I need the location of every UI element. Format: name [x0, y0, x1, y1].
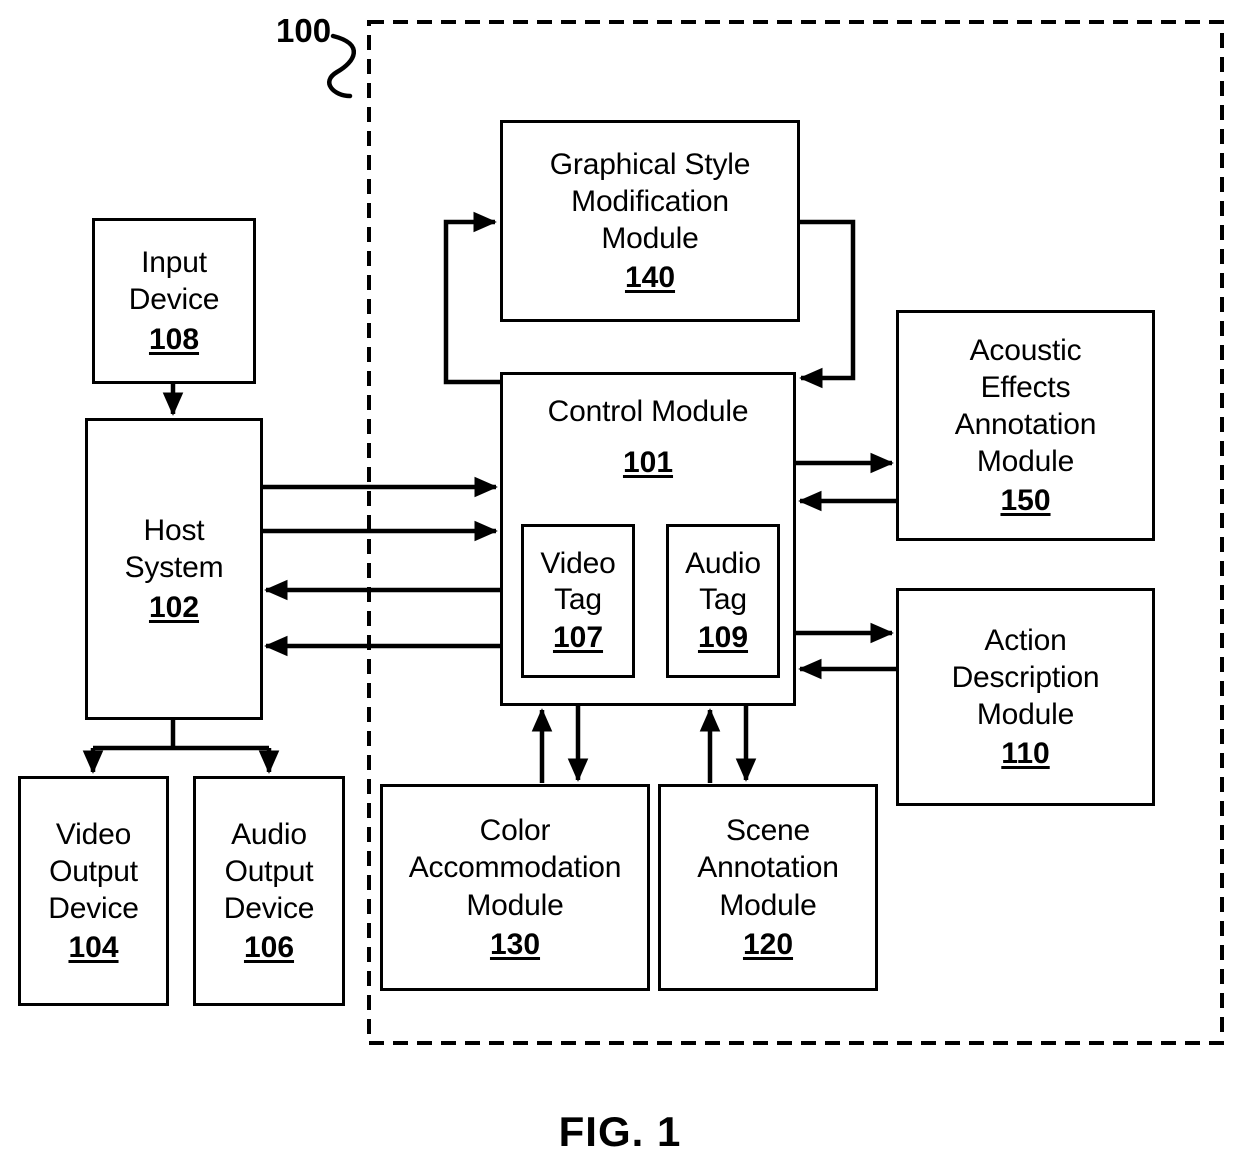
block-number: 140 — [624, 261, 676, 295]
block-number: 104 — [68, 931, 119, 965]
block-video-tag[interactable]: Video Tag 107 — [521, 524, 635, 678]
system-reference-numeral: 100 — [276, 12, 332, 49]
block-control-module[interactable]: Control Module 101 Video Tag 107 Audio T… — [500, 372, 796, 706]
block-label: Scene Annotation Module — [697, 814, 839, 922]
block-number: 101 — [622, 446, 674, 480]
block-label: Input Device — [128, 246, 220, 317]
block-label: Host System — [124, 514, 224, 585]
block-number: 110 — [1001, 737, 1050, 771]
block-label: Graphical Style Modification Module — [549, 147, 751, 255]
block-video-output-device[interactable]: Video Output Device 104 — [18, 776, 169, 1006]
block-label: Video Tag — [540, 547, 616, 616]
block-number: 108 — [148, 322, 200, 356]
block-label: Video Output Device — [48, 817, 139, 925]
block-audio-tag[interactable]: Audio Tag 109 — [666, 524, 780, 678]
block-label: Audio Output Device — [223, 817, 315, 925]
connector-control-to-graphical-style — [443, 211, 500, 385]
connector-graphical-style-to-control — [799, 219, 856, 389]
block-number: 120 — [742, 927, 794, 961]
block-number: 150 — [1000, 484, 1051, 518]
block-label: Color Accommodation Module — [408, 814, 622, 922]
block-label: Acoustic Effects Annotation Module — [954, 333, 1097, 479]
block-host-system[interactable]: Host System 102 — [85, 418, 263, 720]
block-color-accommodation-module[interactable]: Color Accommodation Module 130 — [380, 784, 650, 991]
block-graphical-style-modification-module[interactable]: Graphical Style Modification Module 140 — [500, 120, 800, 322]
block-audio-output-device[interactable]: Audio Output Device 106 — [193, 776, 345, 1006]
block-label: Control Module — [547, 395, 749, 428]
block-label: Audio Tag — [685, 547, 761, 616]
block-acoustic-effects-annotation-module[interactable]: Acoustic Effects Annotation Module 150 — [896, 310, 1155, 541]
block-number: 130 — [489, 927, 541, 961]
reference-leader-100 — [327, 33, 356, 99]
block-number: 107 — [552, 621, 604, 654]
block-number: 106 — [243, 931, 295, 965]
block-number: 102 — [148, 590, 200, 624]
block-input-device[interactable]: Input Device 108 — [92, 218, 256, 384]
block-action-description-module[interactable]: Action Description Module 110 — [896, 588, 1155, 806]
patent-figure: 100 Input Device 108 Host System 102 Vid… — [0, 0, 1240, 1170]
block-scene-annotation-module[interactable]: Scene Annotation Module 120 — [658, 784, 878, 991]
block-number: 109 — [697, 621, 749, 654]
block-label: Action Description Module — [951, 623, 1100, 731]
figure-caption: FIG. 1 — [558, 1108, 682, 1155]
